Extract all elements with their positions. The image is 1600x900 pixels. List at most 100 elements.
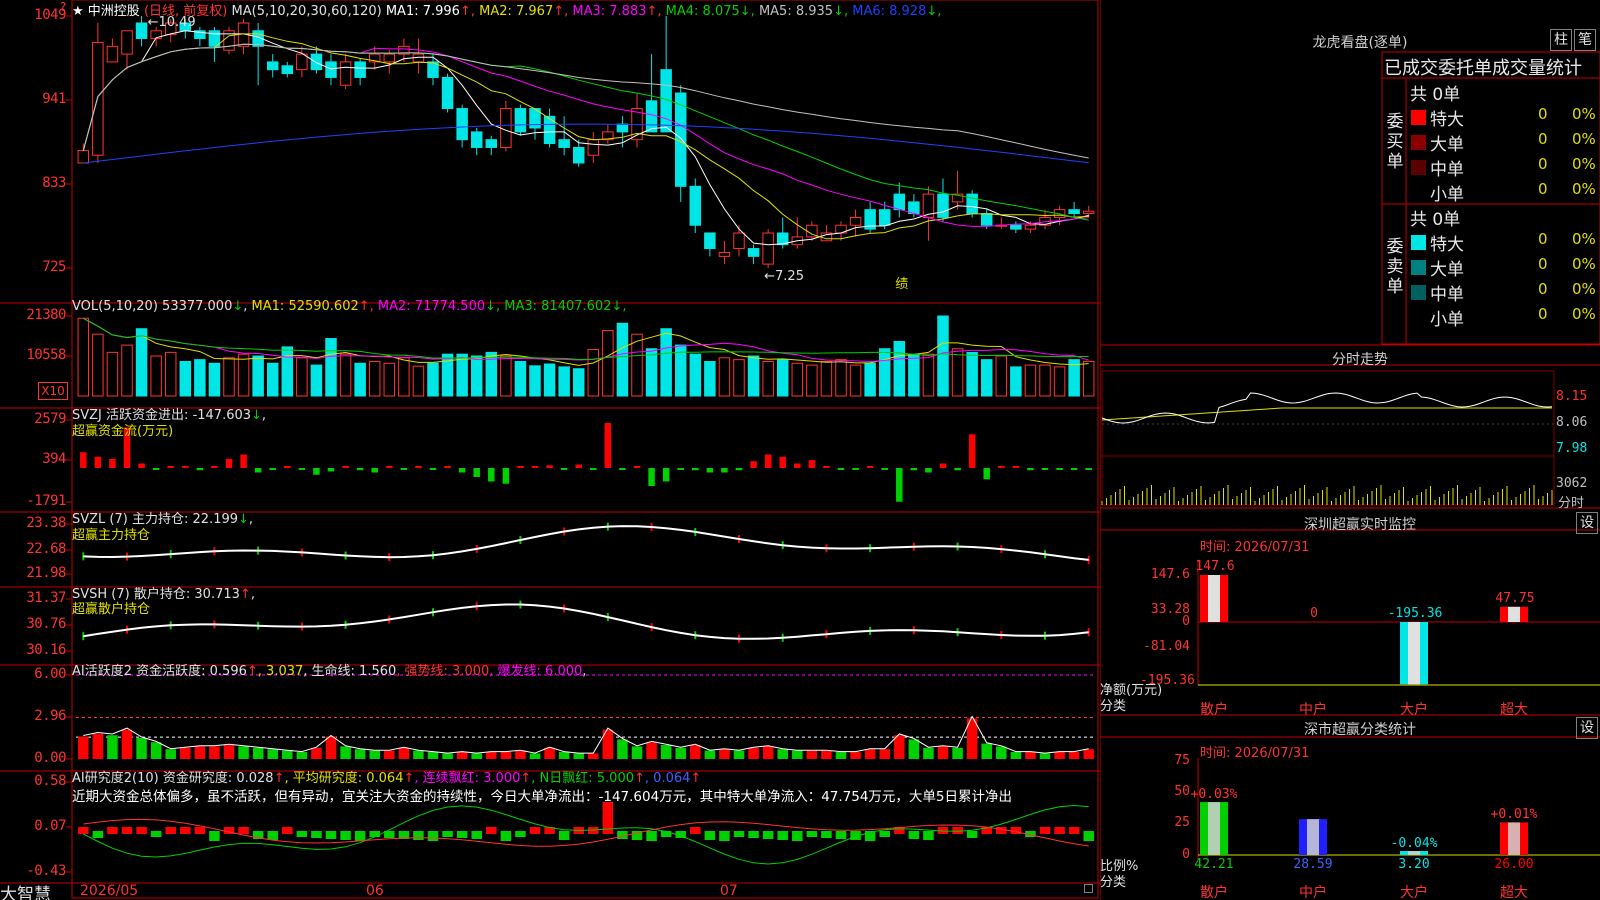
sell-row-pct-3: 0% [1572,305,1596,323]
volume-bar [339,353,352,397]
ai-research-item-0: 资金研究度: 0.028 [162,771,274,786]
volume-bar [1053,366,1066,397]
ai-research-item-9: ↑ [690,771,702,786]
sell-row-name-1: 大单 [1430,260,1464,280]
chart-canvas[interactable]: ←10.49←7.25绩 [0,0,1100,900]
candle [325,61,337,78]
classify-time: 时间: 2026/07/31 [1200,746,1310,761]
fund-flow-bar [968,434,976,468]
buy-row-pct-3: 0% [1572,180,1596,198]
fund-flow-bar [196,468,204,471]
vol-unit-badge[interactable]: X10 [38,382,68,400]
vol-ma-arrow-2: ↓, [485,299,501,314]
ai-research-bar [456,831,468,838]
ma-value-3: MA3: 7.883 [568,4,647,19]
classify-title: 深市超赢分类统计 [1304,722,1416,738]
ai-active-bar [107,735,118,759]
fund-flow-bar [619,468,626,470]
volume-bar [529,365,541,397]
volume-bar [572,368,585,397]
ai-research-item-4: , 连续飘红: 3.000 [414,771,521,786]
volume-bar [470,355,483,397]
ai-research-bar [486,827,497,834]
ai-active-bar [588,753,599,759]
fund-flow-bar [429,468,437,470]
volume-bar [922,353,935,397]
stock-name[interactable]: 中洲控股 [88,4,140,19]
fund-flow-bar [400,468,408,470]
ai-active-bar [267,749,278,759]
ai-active-header: AI活跃度2 资金活跃度: 0.596↑, 3.037, 生命线: 1.560,… [72,660,586,679]
buy-row-count-1: 0 [1538,130,1548,148]
fund-flow-bar [342,466,349,468]
sell-row-count-0: 0 [1538,230,1548,248]
sell-row-swatch-1 [1411,260,1426,275]
lock-icon[interactable] [1084,884,1093,893]
ai-active-bar [558,752,570,759]
ai-active-bar [733,750,745,759]
price-axis-label-0: 1049 [34,7,66,23]
ai-active-bar [864,749,876,759]
main-hold-line [83,525,1089,561]
tick-mode-button[interactable]: 笔 [1574,29,1596,51]
ai-research-bar [835,831,847,839]
volume-bar [820,360,833,397]
ai-active-bar [209,746,220,759]
ai-research-bar [923,831,934,840]
classify-cat-label: 分类 [1100,875,1127,890]
ai-active-item-6: , [582,664,587,679]
candle [106,45,119,63]
vol-axis-label-0: 21380 [26,307,66,323]
svsh-axis-label-1: 30.76 [26,616,66,632]
ai-active-bar [340,746,351,759]
volume-bar [1039,364,1051,397]
candle [1010,224,1022,230]
kline-header: ★ 中洲控股 (日线, 前复权) MA(5,10,20,30,60,120) M… [72,0,941,19]
volume-bar [689,353,702,397]
volume-bar [558,366,570,397]
fund-flow-bar [881,468,888,470]
candle [718,251,731,257]
volume-bar [164,351,177,397]
ai-research-bar [209,831,220,841]
ma-arrow-3: ↑, [646,4,662,19]
fund-flow-bar [254,468,262,473]
svzl-subtitle: 超赢主力持仓 [72,528,151,543]
classify-category-1: 中户 [1299,885,1327,900]
ai-research-bar [908,831,920,839]
ai-research-bar [529,827,541,834]
fund-flow-bar [240,454,247,468]
bar-mode-button[interactable]: 柱 [1550,29,1572,51]
volume-bar [718,357,731,397]
buy-row-swatch-1 [1411,135,1426,150]
ai-research-bar [719,831,730,841]
fund-flow-bar [415,466,422,468]
ai-active-item-2: , 3.037 [257,664,304,679]
volume-bar [398,357,410,397]
ai-active-item-1: ↑ [246,664,258,679]
svzl-arrow: ↓ [238,512,249,527]
ai-research-axis-label-0: 0.58 [34,773,66,789]
ai-research-bar [646,831,657,841]
volume-bar [135,328,148,397]
classify-settings-button[interactable]: 设 [1576,717,1598,739]
volume-bar [864,362,876,397]
volume-bar [412,365,425,397]
monitor-settings-button[interactable]: 设 [1576,512,1598,534]
monitor-category-0: 散户 [1200,702,1228,718]
vol-ma-arrow-3: ↓, [611,299,627,314]
ai-research-bar [792,831,803,841]
volume-bar [937,315,949,397]
volume-bar [835,359,847,397]
classify-value-2: 3.20 [1398,857,1430,872]
ai-active-bar [821,750,832,759]
ma-arrow-4: ↓, [739,4,755,19]
volume-bar [878,348,891,397]
buy-row-name-0: 特大 [1430,110,1464,130]
ai-active-bar [792,750,803,759]
chart-area[interactable]: ←10.49 ←7.25 绩 ★ 中洲控股 (日线, 前复权) MA(5,10,20… [0,0,1100,900]
ai-research-green-line [83,804,1089,865]
low-price-label: ←7.25 [764,269,804,284]
period-label[interactable]: (日线, 前复权) [144,4,227,19]
ai-active-bar [78,736,89,759]
